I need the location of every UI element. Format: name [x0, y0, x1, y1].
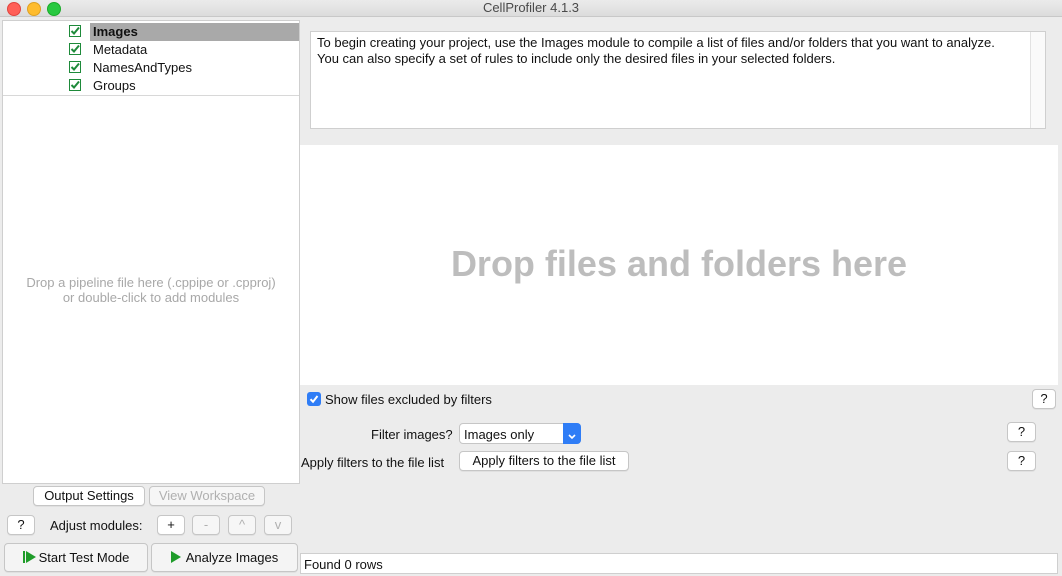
module-item-groups[interactable]: Groups [3, 77, 299, 95]
apply-filters-label: Apply filters to the file list [301, 455, 445, 470]
view-workspace-button[interactable]: View Workspace [149, 486, 265, 506]
module-label: Groups [93, 78, 136, 93]
pipeline-drop-hint-line1: Drop a pipeline file here (.cppipe or .c… [26, 275, 276, 290]
filter-images-select[interactable]: Images only [459, 423, 581, 444]
apply-filters-help-button[interactable]: ? [1007, 451, 1036, 471]
add-module-button[interactable]: + [157, 515, 185, 535]
status-bar: Found 0 rows [300, 553, 1058, 574]
module-item-namesandtypes[interactable]: NamesAndTypes [3, 59, 299, 77]
filter-images-value: Images only [464, 427, 535, 442]
module-label: NamesAndTypes [93, 60, 192, 75]
show-excluded-help-button[interactable]: ? [1032, 389, 1056, 409]
play-icon [170, 551, 181, 563]
pipeline-drop-hint-line2: or double-click to add modules [62, 290, 240, 305]
step-play-icon [22, 551, 25, 563]
show-excluded-checkbox[interactable] [307, 392, 321, 406]
analyze-images-button[interactable]: Analyze Images [151, 543, 298, 572]
chevron-updown-icon [563, 423, 581, 444]
start-test-mode-button[interactable]: Start Test Mode [4, 543, 148, 572]
remove-module-button[interactable]: - [192, 515, 220, 535]
check-icon[interactable] [69, 43, 81, 55]
move-module-up-button[interactable]: ^ [228, 515, 256, 535]
module-help-text-box[interactable]: To begin creating your project, use the … [310, 31, 1046, 129]
move-module-down-button[interactable]: v [264, 515, 292, 535]
file-drop-zone-text: Drop files and folders here [450, 243, 908, 284]
check-icon[interactable] [69, 25, 81, 37]
play-icon [25, 551, 36, 563]
module-item-images[interactable]: Images [3, 23, 299, 41]
module-item-metadata[interactable]: Metadata [3, 41, 299, 59]
window-title: CellProfiler 4.1.3 [482, 0, 580, 15]
pipeline-drop-hint: Drop a pipeline file here (.cppipe or .c… [3, 275, 299, 305]
module-label: Metadata [93, 42, 148, 57]
module-help-text: To begin creating your project, use the … [317, 35, 995, 66]
module-label: Images [90, 23, 299, 41]
divider [3, 95, 299, 96]
check-icon[interactable] [69, 61, 81, 73]
analyze-images-label: Analyze Images [185, 550, 279, 565]
help-button[interactable]: ? [7, 515, 35, 535]
status-text: Found 0 rows [304, 557, 383, 572]
start-test-mode-label: Start Test Mode [38, 550, 130, 565]
show-excluded-label: Show files excluded by filters [325, 392, 492, 407]
filter-images-label: Filter images? [371, 427, 453, 442]
check-icon[interactable] [69, 79, 81, 91]
checkmark-icon [309, 395, 319, 404]
apply-filters-button[interactable]: Apply filters to the file list [459, 451, 629, 471]
help-text-scrollbar[interactable] [1030, 32, 1045, 128]
title-bar: CellProfiler 4.1.3 [0, 0, 1062, 17]
pipeline-panel[interactable]: Images Metadata NamesAndTypes Groups Dro… [2, 20, 300, 484]
output-settings-button[interactable]: Output Settings [33, 486, 145, 506]
file-drop-zone[interactable]: Drop files and folders here [300, 145, 1058, 385]
adjust-modules-label: Adjust modules: [50, 518, 143, 533]
filter-images-help-button[interactable]: ? [1007, 422, 1036, 442]
